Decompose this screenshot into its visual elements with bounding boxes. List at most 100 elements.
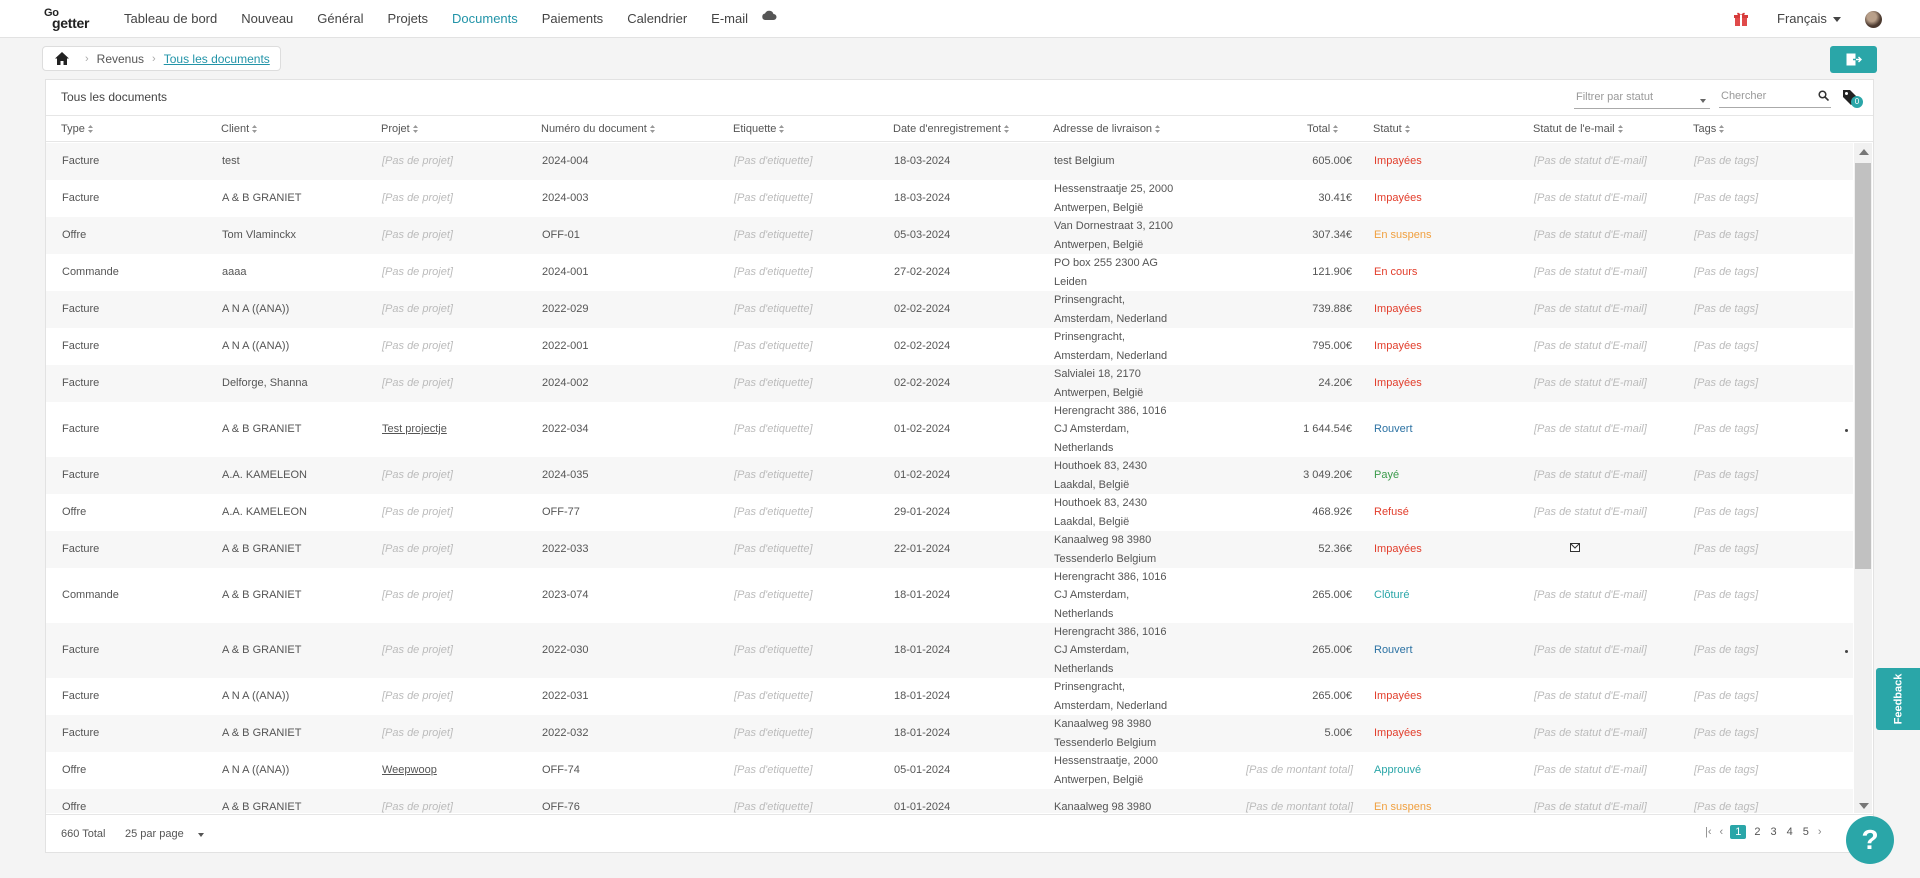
breadcrumb: › Revenus › Tous les documents bbox=[42, 46, 281, 71]
cell-status: Payé bbox=[1374, 469, 1400, 482]
cell-project: [Pas de projet] bbox=[382, 266, 453, 279]
table-row[interactable]: Facture A & B GRANIET [Pas de projet] 2024-… bbox=[46, 180, 1853, 217]
table-row[interactable]: Facture A & B GRANIET [Pas de projet] 2022-… bbox=[46, 623, 1853, 678]
cell-project: [Pas de projet] bbox=[382, 377, 453, 390]
table-row[interactable]: Commande aaaa [Pas de projet] 2024-001 [Pas … bbox=[46, 254, 1853, 291]
cell-client: A.A. KAMELEON bbox=[222, 506, 307, 519]
email-sent-icon[interactable] bbox=[1570, 542, 1580, 552]
cell-email-status: [Pas de statut d'E-mail] bbox=[1534, 229, 1647, 242]
column-header-type[interactable]: Type bbox=[61, 123, 93, 135]
table-row[interactable]: Offre Tom Vlaminckx [Pas de projet] OFF-01 [… bbox=[46, 217, 1853, 254]
feedback-tab[interactable]: Feedback bbox=[1876, 668, 1920, 730]
table-row[interactable]: Facture A N A ((ANA)) [Pas de projet] 2022-… bbox=[46, 678, 1853, 715]
table-row[interactable]: Facture A N A ((ANA)) [Pas de projet] 2022-… bbox=[46, 291, 1853, 328]
table-row[interactable]: Offre A & B GRANIET [Pas de projet] OFF-76 [… bbox=[46, 789, 1853, 813]
nav-item-paiements[interactable]: Paiements bbox=[542, 11, 603, 26]
status-filter-select[interactable]: Filtrer par statut bbox=[1574, 88, 1710, 109]
per-page-select[interactable]: 25 par page bbox=[125, 828, 184, 840]
column-header-client[interactable]: Client bbox=[221, 123, 258, 135]
cell-number: 2022-033 bbox=[542, 543, 589, 556]
table-row[interactable]: Facture A N A ((ANA)) [Pas de projet] 2022-… bbox=[46, 328, 1853, 365]
scroll-down-arrow-icon[interactable] bbox=[1859, 803, 1869, 809]
cell-email-status: [Pas de statut d'E-mail] bbox=[1534, 469, 1647, 482]
nav-item-nouveau[interactable]: Nouveau bbox=[241, 11, 293, 26]
documents-card: Tous les documents Filtrer par statut Ch… bbox=[45, 79, 1874, 853]
page-3[interactable]: 3 bbox=[1770, 826, 1776, 838]
nav-item-calendrier[interactable]: Calendrier bbox=[627, 11, 687, 26]
nav-item-tableau-de-bord[interactable]: Tableau de bord bbox=[124, 11, 217, 26]
prev-page-icon[interactable]: ‹ bbox=[1720, 826, 1724, 838]
table-row[interactable]: Facture A & B GRANIET Test projectje 2022-0… bbox=[46, 402, 1853, 457]
cell-tags: [Pas de tags] bbox=[1694, 506, 1759, 519]
cell-date: 18-01-2024 bbox=[894, 644, 951, 657]
table-row[interactable]: Facture Delforge, Shanna [Pas de projet] 20… bbox=[46, 365, 1853, 402]
column-header-label: Tags bbox=[1693, 123, 1717, 135]
table-row[interactable]: Facture test [Pas de projet] 2024-004 [Pas d… bbox=[46, 143, 1853, 180]
cell-project: [Pas de projet] bbox=[382, 155, 453, 168]
help-button[interactable]: ? bbox=[1846, 816, 1894, 864]
nav-item-g-n-ral[interactable]: Général bbox=[317, 11, 363, 26]
page-4[interactable]: 4 bbox=[1787, 826, 1793, 838]
table-row[interactable]: Facture A & B GRANIET [Pas de projet] 2022-… bbox=[46, 531, 1853, 568]
cell-total: 24.20€ bbox=[1318, 377, 1352, 390]
column-header-total[interactable]: Total bbox=[1307, 123, 1339, 135]
sort-icon bbox=[1003, 125, 1009, 133]
column-header-project[interactable]: Projet bbox=[381, 123, 418, 135]
cell-project: [Pas de projet] bbox=[382, 506, 453, 519]
column-header-label[interactable]: Etiquette bbox=[733, 123, 785, 135]
cell-status: Impayées bbox=[1374, 192, 1422, 205]
column-header-status[interactable]: Statut bbox=[1373, 123, 1410, 135]
page-2[interactable]: 2 bbox=[1754, 826, 1760, 838]
table-scrollbar[interactable] bbox=[1854, 143, 1872, 813]
cell-label: [Pas d'etiquette] bbox=[734, 644, 813, 657]
row-action-dot[interactable] bbox=[1845, 649, 1848, 653]
cell-status: Clôturé bbox=[1374, 589, 1410, 602]
table-row[interactable]: Facture A.A. KAMELEON [Pas de projet] 2024-… bbox=[46, 457, 1853, 494]
breadcrumb-current[interactable]: Tous les documents bbox=[164, 52, 270, 66]
column-header-email-status[interactable]: Statut de l'e-mail bbox=[1533, 123, 1623, 135]
cell-project[interactable]: Weepwoop bbox=[382, 761, 437, 780]
column-header-tags[interactable]: Tags bbox=[1693, 123, 1725, 135]
table-row[interactable]: Facture A & B GRANIET [Pas de projet] 2022-… bbox=[46, 715, 1853, 752]
page-5[interactable]: 5 bbox=[1803, 826, 1809, 838]
column-header-date[interactable]: Date d'enregistrement bbox=[893, 123, 1009, 135]
export-button[interactable] bbox=[1830, 46, 1877, 73]
status-filter-placeholder: Filtrer par statut bbox=[1576, 91, 1654, 103]
nav-item-e-mail[interactable]: E-mail bbox=[711, 11, 748, 26]
scrollbar-thumb[interactable] bbox=[1855, 163, 1871, 569]
column-header-address[interactable]: Adresse de livraison bbox=[1053, 123, 1161, 135]
cell-number: 2022-029 bbox=[542, 303, 589, 316]
scroll-up-arrow-icon[interactable] bbox=[1859, 149, 1869, 155]
table-row[interactable]: Commande A & B GRANIET [Pas de projet] 2023… bbox=[46, 568, 1853, 623]
cell-number: 2024-001 bbox=[542, 266, 589, 279]
cell-address: Prinsengracht, Amsterdam, Nederland bbox=[1054, 294, 1168, 325]
row-action-dot[interactable] bbox=[1845, 428, 1848, 432]
nav-item-documents[interactable]: Documents bbox=[452, 11, 518, 26]
cloud-icon[interactable] bbox=[761, 9, 777, 21]
gogetter-logo[interactable]: Go getter bbox=[44, 7, 98, 31]
top-navbar: Go getter Tableau de bord Nouveau Général P… bbox=[0, 0, 1920, 38]
cell-date: 05-01-2024 bbox=[894, 764, 951, 777]
cell-number: 2022-031 bbox=[542, 690, 589, 703]
cell-project: [Pas de projet] bbox=[382, 303, 453, 316]
page-1[interactable]: 1 bbox=[1730, 825, 1747, 839]
column-header-number[interactable]: Numéro du document bbox=[541, 123, 655, 135]
cell-project[interactable]: Test projectje bbox=[382, 420, 447, 439]
nav-item-projets[interactable]: Projets bbox=[388, 11, 428, 26]
user-avatar[interactable] bbox=[1865, 11, 1882, 28]
breadcrumb-revenus[interactable]: Revenus bbox=[97, 52, 144, 66]
cell-address: Salvialei 18, 2170 Antwerpen, België bbox=[1054, 368, 1144, 399]
first-page-icon[interactable]: |‹ bbox=[1705, 826, 1712, 838]
cell-client: aaaa bbox=[222, 266, 247, 279]
table-row[interactable]: Offre A.A. KAMELEON [Pas de projet] OFF-77 [… bbox=[46, 494, 1853, 531]
table-row[interactable]: Offre A N A ((ANA)) Weepwoop OFF-74 [Pas d'e… bbox=[46, 752, 1853, 789]
logo-text-bottom: getter bbox=[52, 15, 90, 31]
cell-project: [Pas de projet] bbox=[382, 229, 453, 242]
next-page-icon[interactable]: › bbox=[1818, 826, 1822, 838]
search-input[interactable]: Chercher bbox=[1719, 87, 1831, 108]
home-icon[interactable] bbox=[55, 52, 69, 65]
gift-icon[interactable] bbox=[1733, 11, 1749, 27]
column-header-label: Type bbox=[61, 123, 85, 135]
language-selector[interactable]: Français bbox=[1777, 11, 1841, 26]
cell-status: Impayées bbox=[1374, 727, 1422, 740]
